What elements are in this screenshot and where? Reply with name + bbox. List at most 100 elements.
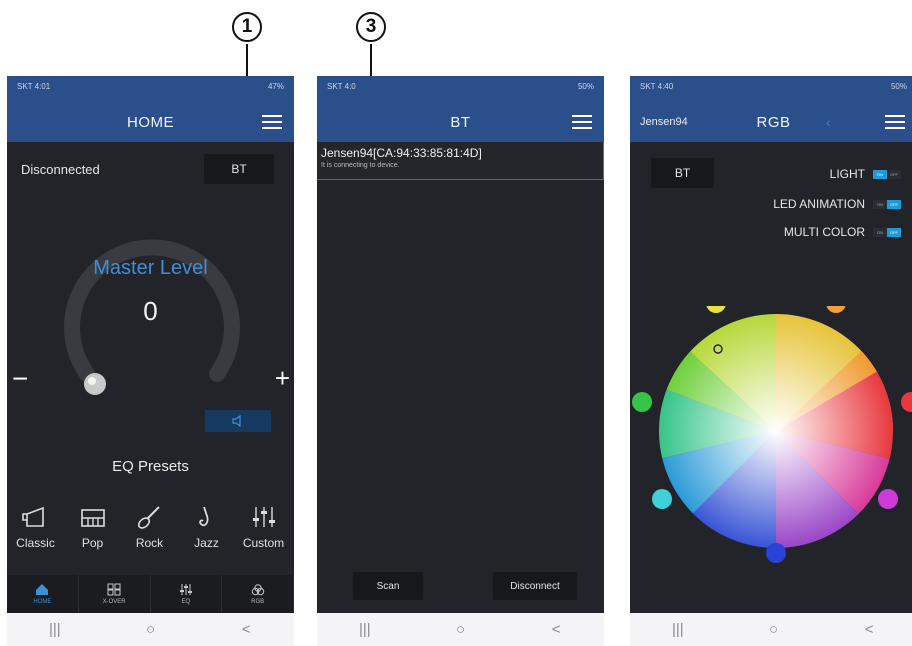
tab-label: EQ [181, 599, 191, 605]
bottom-tab-bar: HOME X-OVER EQ RGB [7, 575, 294, 613]
color-preset-blue[interactable] [766, 543, 786, 563]
device-connection-status: It is connecting to device. [321, 162, 400, 169]
rgb-icon [251, 584, 264, 596]
volume-up-button[interactable]: + [275, 365, 290, 391]
preset-label: Rock [135, 536, 164, 550]
hamburger-menu-icon[interactable] [572, 112, 592, 130]
recent-apps-button[interactable]: ||| [40, 621, 70, 638]
status-battery: 50% [890, 82, 907, 91]
android-nav-bar: ||| ○ < [7, 613, 294, 646]
color-preset-magenta[interactable] [878, 489, 898, 509]
home-screen: SKT 4:01 47% HOME Disconnected BT Master… [7, 76, 294, 646]
volume-down-button[interactable]: − [12, 365, 28, 393]
toggle-off: OFF [887, 227, 901, 237]
bt-button[interactable]: BT [204, 154, 274, 184]
toggle-on: ON [873, 199, 887, 209]
toggle-off: OFF [887, 199, 901, 209]
chevron-left-icon[interactable]: ‹ [826, 114, 831, 130]
keyboard-icon [80, 509, 105, 527]
grid-icon [107, 583, 121, 596]
dial-knob[interactable] [84, 373, 106, 395]
status-bar: SKT 4:40 50% [630, 76, 912, 102]
multi-color-toggle[interactable]: ON OFF [873, 227, 901, 237]
status-battery: 50% [577, 82, 594, 91]
status-battery: 47% [267, 82, 284, 91]
toggle-on: ON [873, 227, 887, 237]
color-preset-orange[interactable] [826, 306, 846, 313]
recent-apps-button[interactable]: ||| [350, 621, 380, 638]
scan-button[interactable]: Scan [353, 572, 423, 600]
color-preset-yellow[interactable] [706, 306, 726, 313]
color-preset-cyan[interactable] [652, 489, 672, 509]
toggle-on: ON [873, 169, 887, 179]
status-carrier-time: SKT 4:01 [17, 82, 51, 91]
preset-label: Custom [242, 536, 285, 550]
connected-device-name: Jensen94 [640, 116, 688, 128]
hamburger-menu-icon[interactable] [262, 112, 282, 130]
preset-jazz[interactable]: Jazz [178, 504, 235, 550]
color-preset-green[interactable] [632, 392, 652, 412]
eq-presets-row: Classic Pop Rock Jazz Custom [7, 504, 294, 550]
back-button[interactable]: < [231, 621, 261, 638]
tab-xover[interactable]: X-OVER [79, 575, 151, 613]
preset-label: Jazz [194, 536, 219, 550]
page-title: BT [450, 113, 471, 131]
bt-screen: SKT 4:0 50% BT Jensen94[CA:94:33:85:81:4… [317, 76, 604, 646]
multi-color-label: MULTI COLOR [783, 225, 865, 239]
back-button[interactable]: < [541, 621, 571, 638]
multi-color-toggle-row: MULTI COLOR ON OFF [784, 225, 901, 239]
device-list-item[interactable]: Jensen94[CA:94:33:85:81:4D] It is connec… [317, 142, 604, 180]
status-carrier-time: SKT 4:0 [327, 82, 356, 91]
disconnect-button[interactable]: Disconnect [493, 572, 577, 600]
bt-button[interactable]: BT [651, 158, 714, 188]
device-name: Jensen94[CA:94:33:85:81:4D] [321, 146, 482, 160]
preset-classic[interactable]: Classic [7, 504, 64, 550]
page-title: RGB [756, 113, 791, 131]
eq-presets-heading: EQ Presets [112, 458, 189, 475]
preset-rock[interactable]: Rock [121, 504, 178, 550]
tab-label: X-OVER [102, 599, 126, 605]
master-level-label: Master Level [93, 257, 208, 279]
preset-label: Classic [16, 536, 55, 550]
led-animation-toggle-row: LED ANIMATION ON OFF [773, 197, 901, 211]
color-preset-red[interactable] [901, 392, 912, 412]
callout-3: 3 [356, 12, 386, 42]
electric-guitar-icon [137, 506, 160, 529]
status-bar: SKT 4:0 50% [317, 76, 604, 102]
android-nav-bar: ||| ○ < [630, 613, 912, 646]
hamburger-menu-icon[interactable] [885, 112, 905, 130]
page-title: HOME [127, 113, 174, 131]
preset-pop[interactable]: Pop [64, 504, 121, 550]
light-label: LIGHT [829, 167, 865, 181]
home-button[interactable]: ○ [445, 621, 475, 638]
app-bar: HOME [7, 102, 294, 142]
mute-button[interactable] [205, 410, 271, 432]
equalizer-icon [179, 584, 192, 595]
color-wheel[interactable] [630, 306, 912, 566]
sliders-icon [252, 507, 275, 527]
home-icon [36, 584, 49, 595]
home-button[interactable]: ○ [758, 621, 788, 638]
speaker-icon [232, 415, 241, 427]
recent-apps-button[interactable]: ||| [663, 621, 693, 638]
callout-1: 1 [232, 12, 262, 42]
led-animation-toggle[interactable]: ON OFF [873, 199, 901, 209]
tab-rgb[interactable]: RGB [222, 575, 294, 613]
android-nav-bar: ||| ○ < [317, 613, 604, 646]
saxophone-icon [198, 506, 208, 527]
app-bar: BT [317, 102, 604, 142]
tab-eq[interactable]: EQ [151, 575, 223, 613]
home-button[interactable]: ○ [135, 621, 165, 638]
connection-status: Disconnected [21, 162, 100, 177]
preset-custom[interactable]: Custom [235, 504, 292, 550]
gramophone-icon [21, 506, 44, 527]
rgb-screen: SKT 4:40 50% RGB Jensen94 ‹ BT LIGHT ON … [630, 76, 912, 646]
light-toggle[interactable]: ON OFF [873, 169, 901, 179]
tab-label: HOME [33, 599, 52, 605]
led-animation-label: LED ANIMATION [773, 197, 865, 211]
tab-home[interactable]: HOME [7, 575, 79, 613]
back-button[interactable]: < [854, 621, 884, 638]
toggle-off: OFF [887, 169, 901, 179]
light-toggle-row: LIGHT ON OFF [830, 167, 901, 181]
master-level-value: 0 [143, 296, 158, 326]
